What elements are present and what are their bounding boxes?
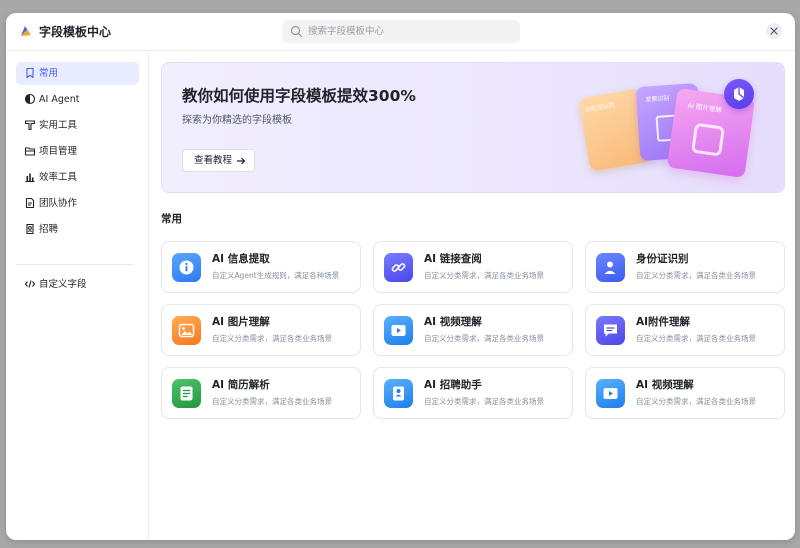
sidebar-item-label: 招聘: [39, 224, 59, 235]
sidebar-item-custom-field[interactable]: 自定义字段: [16, 273, 139, 296]
card-description: 自定义Agent生成规则，满足各种场景: [212, 271, 340, 280]
card-title: AI 视频理解: [424, 316, 482, 328]
search-placeholder: 搜索字段模板中心: [308, 26, 385, 37]
card-title: AI 信息提取: [212, 253, 270, 265]
template-center-dialog: 字段模板中心 搜索字段模板中心 常用 AI Agent 实用工具 项目管理 效率…: [6, 13, 795, 540]
dialog-header: 字段模板中心 搜索字段模板中心: [6, 13, 795, 51]
sidebar-item-team[interactable]: 团队协作: [16, 192, 139, 215]
info-extract-icon: [172, 253, 201, 282]
section-title: 常用: [161, 213, 182, 225]
card-title: AI 简历解析: [212, 379, 270, 391]
sidebar-item-tools[interactable]: 实用工具: [16, 114, 139, 137]
sidebar-item-common[interactable]: 常用: [16, 62, 139, 85]
sidebar-item-label: 项目管理: [39, 146, 78, 157]
link-icon: [384, 253, 413, 282]
card-description: 自定义分类需求，满足各类业务场景: [424, 397, 544, 406]
card-title: 身份证识别: [636, 253, 689, 265]
card-description: 自定义分类需求，满足各类业务场景: [424, 271, 544, 280]
card-title: AI 招聘助手: [424, 379, 482, 391]
banner-art-label: AI 图片理解: [687, 101, 723, 115]
card-description: 自定义分类需求，满足各类业务场景: [636, 397, 756, 406]
card-description: 自定义分类需求，满足各类业务场景: [636, 334, 756, 343]
template-card-recruit-assistant[interactable]: AI 招聘助手 自定义分类需求，满足各类业务场景: [373, 367, 573, 419]
sidebar-item-efficiency[interactable]: 效率工具: [16, 166, 139, 189]
card-title: AI附件理解: [636, 316, 691, 328]
sidebar-item-ai-agent[interactable]: AI Agent: [16, 88, 139, 111]
attachment-icon: [596, 316, 625, 345]
sidebar-item-recruit[interactable]: 招聘: [16, 218, 139, 241]
sidebar: 常用 AI Agent 实用工具 项目管理 效率工具 团队协作 招聘 自定义字段: [6, 51, 149, 540]
sidebar-item-label: 自定义字段: [39, 279, 87, 290]
resume-icon: [172, 379, 201, 408]
template-card-info-extract[interactable]: AI 信息提取 自定义Agent生成规则，满足各种场景: [161, 241, 361, 293]
recruit-icon: [26, 223, 34, 235]
sidebar-item-label: 团队协作: [39, 198, 78, 209]
close-icon: [770, 27, 778, 35]
app-logo-icon: [21, 26, 31, 36]
view-tutorial-button[interactable]: 查看教程: [182, 149, 255, 172]
id-card-icon: [596, 253, 625, 282]
banner-title: 教你如何使用字段模板提效300%: [182, 87, 416, 105]
sidebar-item-label: 效率工具: [39, 172, 78, 183]
view-tutorial-label: 查看教程: [194, 155, 233, 166]
sidebar-divider: [16, 264, 133, 265]
template-card-link-lookup[interactable]: AI 链接查阅 自定义分类需求，满足各类业务场景: [373, 241, 573, 293]
card-description: 自定义分类需求，满足各类业务场景: [424, 334, 544, 343]
search-icon: [290, 25, 303, 38]
template-card-video-understanding[interactable]: AI 视频理解 自定义分类需求，满足各类业务场景: [373, 304, 573, 356]
template-card-id-card[interactable]: 身份证识别 自定义分类需求，满足各类业务场景: [585, 241, 785, 293]
bar-chart-icon: [25, 173, 35, 183]
close-button[interactable]: [766, 23, 782, 39]
sidebar-item-label: 常用: [39, 68, 59, 79]
video-icon: [384, 316, 413, 345]
card-description: 自定义分类需求，满足各类业务场景: [212, 397, 332, 406]
code-icon: [24, 280, 36, 288]
sidebar-item-project[interactable]: 项目管理: [16, 140, 139, 163]
template-card-attachment-understanding[interactable]: AI附件理解 自定义分类需求，满足各类业务场景: [585, 304, 785, 356]
card-description: 自定义分类需求，满足各类业务场景: [636, 271, 756, 280]
ai-agent-icon: [24, 93, 36, 105]
banner-subtitle: 探索为你精选的字段模板: [182, 115, 292, 126]
recruit-assistant-icon: [384, 379, 413, 408]
card-description: 自定义分类需求，满足各类业务场景: [212, 334, 332, 343]
banner-art-label: AI生成公式: [584, 101, 616, 114]
banner-art-label: 发票识别: [645, 94, 670, 104]
sidebar-item-label: AI Agent: [39, 94, 80, 105]
dialog-title: 字段模板中心: [39, 25, 112, 39]
folder-icon: [24, 147, 36, 156]
card-title: AI 图片理解: [212, 316, 270, 328]
card-title: AI 链接查阅: [424, 253, 482, 265]
bookmark-icon: [26, 67, 34, 79]
template-card-resume-parse[interactable]: AI 简历解析 自定义分类需求，满足各类业务场景: [161, 367, 361, 419]
template-card-image-understanding[interactable]: AI 图片理解 自定义分类需求，满足各类业务场景: [161, 304, 361, 356]
card-title: AI 视频理解: [636, 379, 694, 391]
video-icon: [596, 379, 625, 408]
sidebar-item-label: 实用工具: [39, 120, 78, 131]
template-card-video-understanding-2[interactable]: AI 视频理解 自定义分类需求，满足各类业务场景: [585, 367, 785, 419]
banner-badge-icon: [724, 79, 754, 109]
search-input[interactable]: 搜索字段模板中心: [282, 20, 520, 43]
tool-icon: [24, 120, 36, 131]
document-icon: [25, 197, 35, 209]
arrow-right-icon: [237, 157, 246, 165]
tutorial-banner: 教你如何使用字段模板提效300% 探索为你精选的字段模板 查看教程 AI生成公式…: [161, 62, 785, 193]
image-icon: [172, 316, 201, 345]
